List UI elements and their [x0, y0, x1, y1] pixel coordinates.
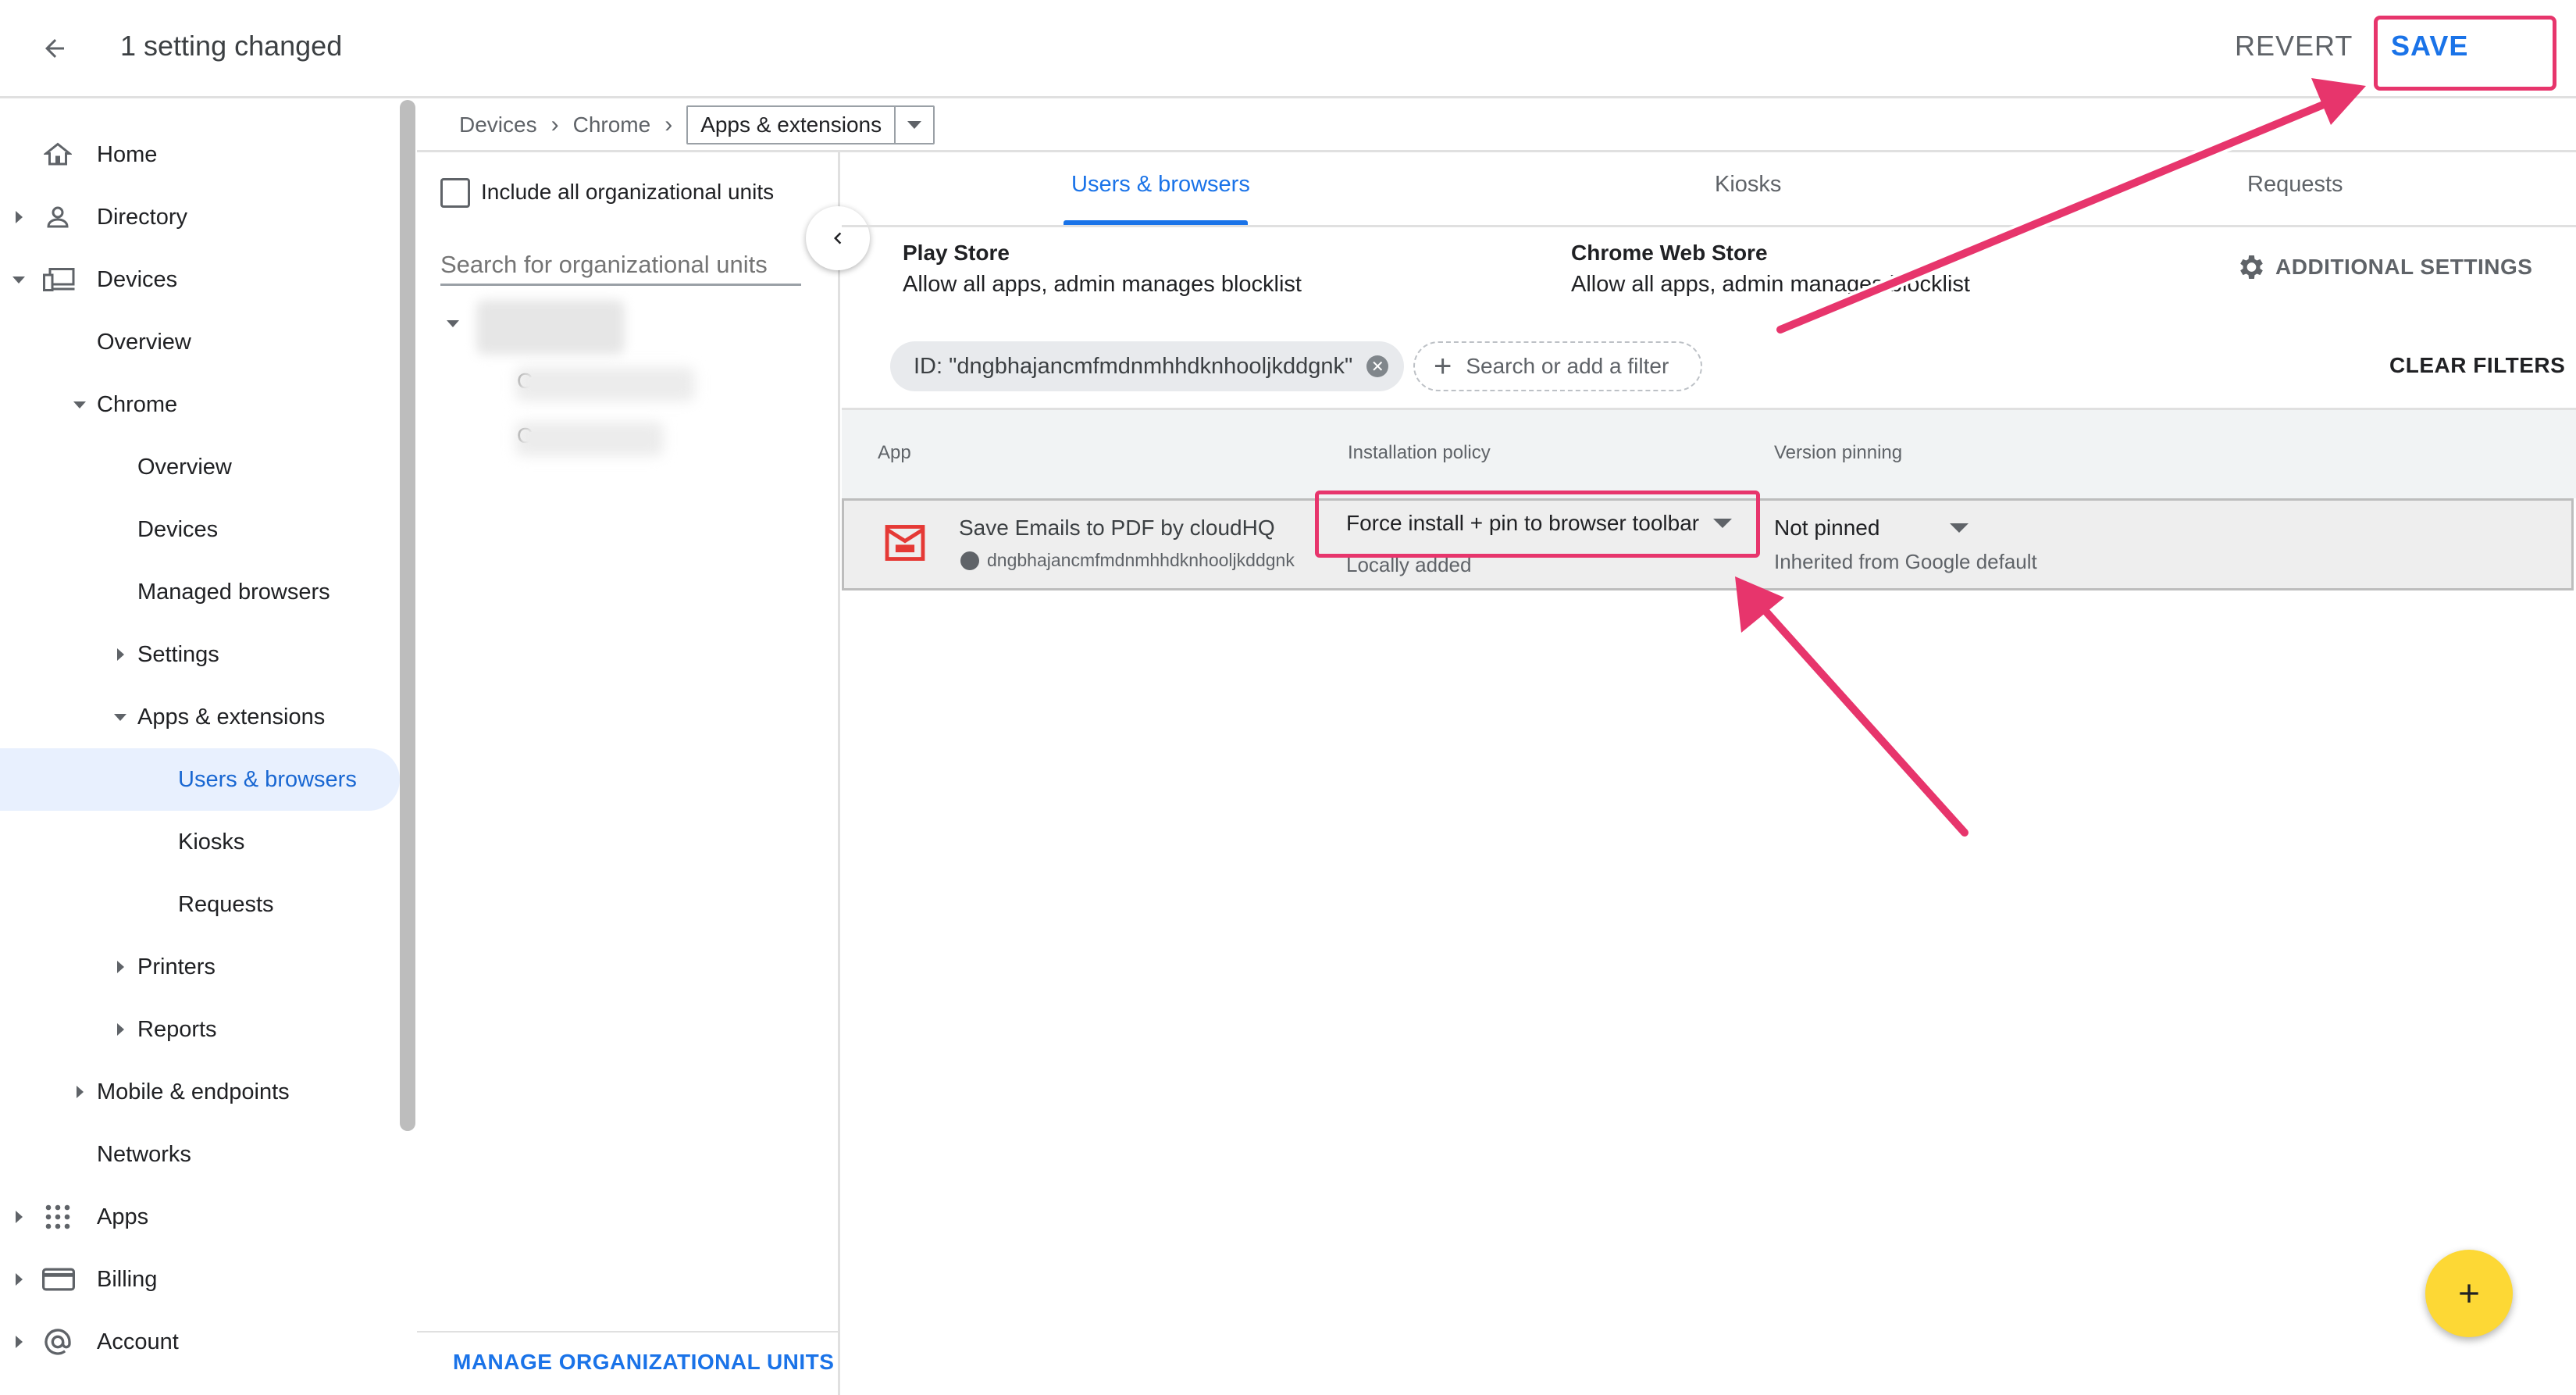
plus-icon	[2460, 1284, 2478, 1303]
add-fab-button[interactable]	[2425, 1250, 2513, 1337]
annotation-arrows	[1735, 78, 2366, 840]
arrow-to-policy-icon	[1735, 576, 1972, 840]
arrow-to-save-icon	[1773, 78, 2366, 337]
